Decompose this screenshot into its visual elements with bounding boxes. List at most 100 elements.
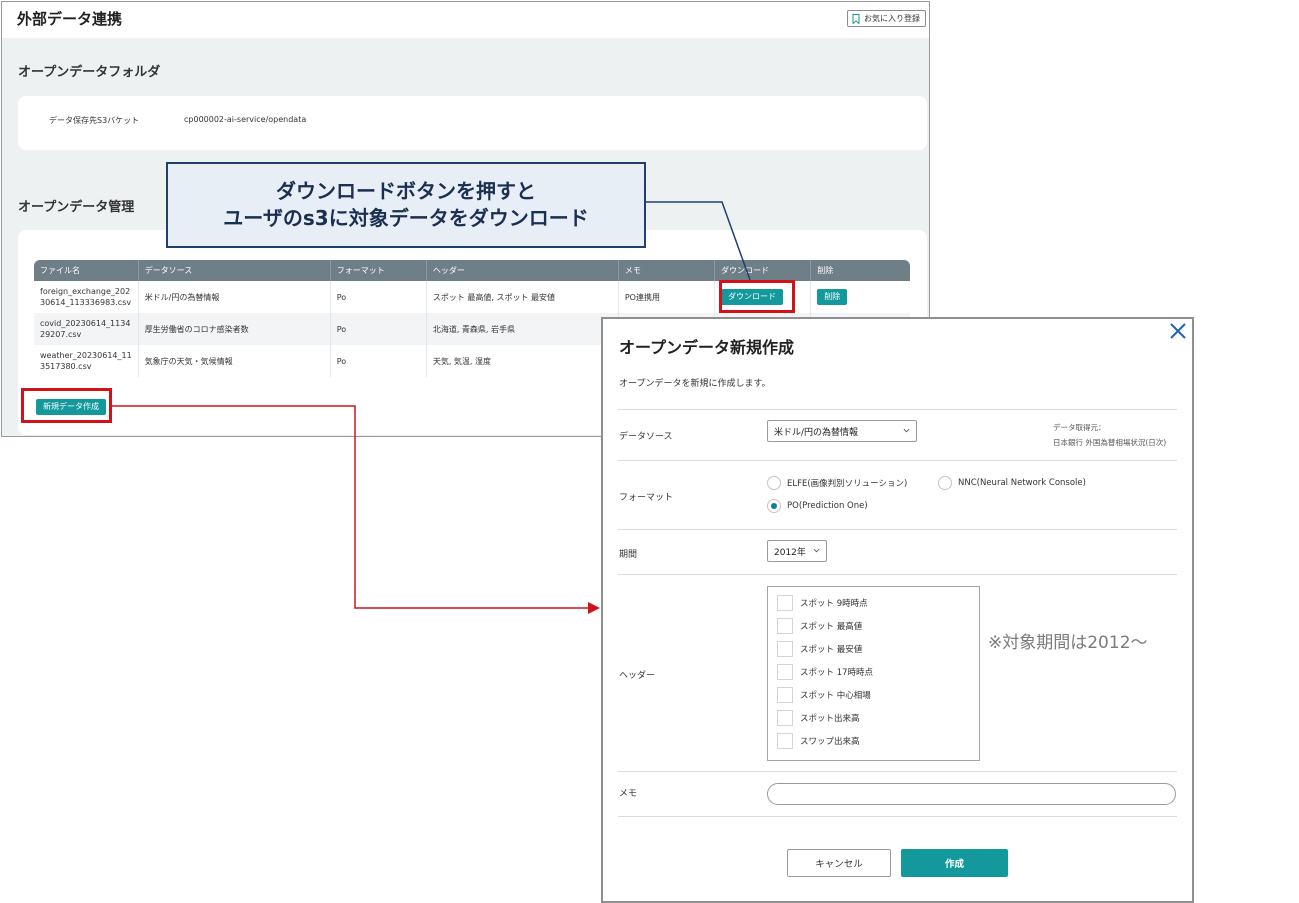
period-note: ※対象期間は2012〜 — [988, 633, 1148, 653]
filename-line: 3517380.csv — [40, 362, 92, 371]
divider — [618, 409, 1177, 410]
format-radio-po[interactable]: PO(Prediction One) — [767, 499, 868, 513]
checkbox[interactable] — [777, 733, 793, 749]
checkbox[interactable] — [777, 641, 793, 657]
cell-delete: 削除 — [811, 281, 910, 313]
period-label: 期間 — [619, 550, 638, 560]
source-label: データソース — [619, 432, 673, 442]
divider — [618, 816, 1177, 817]
checkbox[interactable] — [777, 618, 793, 634]
col-download: ダウンロード — [714, 260, 812, 281]
header-checkbox[interactable]: スポット出来高 — [777, 710, 860, 726]
cell-format: Po — [330, 281, 427, 313]
header-checkbox[interactable]: スポット 中心相場 — [777, 687, 871, 703]
favorite-label: お気に入り登録 — [864, 14, 920, 23]
source-note: データ取得元： 日本銀行 外国為替相場状況(日次) — [1053, 420, 1166, 450]
header-checkbox[interactable]: スポット 最高値 — [777, 618, 862, 634]
cell-header: 北海道, 青森県, 岩手県 — [426, 313, 619, 345]
filename-line: foreign_exchange_202 — [40, 287, 131, 296]
cell-source: 気象庁の天気・気候情報 — [138, 345, 331, 377]
chevron-down-icon — [813, 548, 820, 553]
cancel-button[interactable]: キャンセル — [787, 849, 891, 877]
col-header: ヘッダー — [426, 260, 619, 281]
divider — [618, 771, 1177, 772]
chevron-down-icon — [903, 428, 910, 433]
checkbox-label: スポット 9時時点 — [800, 599, 868, 609]
source-select-value: 米ドル/円の為替情報 — [774, 427, 859, 438]
callout-line: ユーザのs3に対象データをダウンロード — [223, 206, 589, 230]
cell-source: 厚生労働省のコロナ感染者数 — [138, 313, 331, 345]
dialog-title: オープンデータ新規作成 — [619, 338, 795, 357]
create-button[interactable]: 作成 — [901, 849, 1008, 877]
radio-label: PO(Prediction One) — [787, 501, 868, 511]
cell-header: 天気, 気温, 湿度 — [426, 345, 619, 377]
divider — [618, 460, 1177, 461]
filename-line: 30614_113336983.csv — [40, 298, 132, 307]
open-data-mgmt-title: オープンデータ管理 — [18, 200, 135, 215]
checkbox[interactable] — [777, 595, 793, 611]
radio-dot — [767, 476, 781, 490]
cell-filename: foreign_exchange_202 30614_113336983.csv — [34, 281, 139, 313]
download-callout: ダウンロードボタンを押すと ユーザのs3に対象データをダウンロード — [166, 162, 646, 248]
radio-label: NNC(Neural Network Console) — [958, 478, 1086, 488]
source-note-line: 日本銀行 外国為替相場状況(日次) — [1053, 438, 1167, 447]
source-select[interactable]: 米ドル/円の為替情報 — [767, 420, 917, 442]
delete-button[interactable]: 削除 — [817, 289, 848, 305]
col-delete: 削除 — [810, 260, 910, 281]
checkbox-label: スポット 17時時点 — [800, 668, 874, 678]
checkbox-label: スポット出来高 — [800, 714, 860, 724]
col-format: フォーマット — [330, 260, 427, 281]
callout-line: ダウンロードボタンを押すと — [276, 179, 536, 203]
window-header: 外部データ連携 お気に入り登録 — [2, 2, 929, 38]
format-radio-elfe[interactable]: ELFE(画像判別ソリューション) — [767, 476, 907, 490]
checkbox-label: スポット 最安値 — [800, 645, 863, 655]
divider — [618, 574, 1177, 575]
header-checkbox[interactable]: スポット 最安値 — [777, 641, 862, 657]
header-checkbox[interactable]: スポット 9時時点 — [777, 595, 868, 611]
new-open-data-dialog: オープンデータ新規作成 オープンデータを新規に作成します。 データソース 米ドル… — [601, 317, 1194, 903]
period-select[interactable]: 2012年 — [767, 540, 827, 562]
radio-label: ELFE(画像判別ソリューション) — [787, 479, 908, 489]
filename-line: 29207.csv — [40, 330, 82, 339]
format-radio-nnc[interactable]: NNC(Neural Network Console) — [938, 476, 1086, 490]
header-checkbox[interactable]: スワップ出来高 — [777, 733, 860, 749]
new-data-highlight-box — [21, 388, 112, 423]
cell-memo: PO連携用 — [618, 281, 715, 313]
bucket-value: cp000002-ai-service/opendata — [184, 115, 307, 124]
source-note-line: データ取得元： — [1053, 423, 1106, 432]
close-icon[interactable] — [1168, 321, 1188, 341]
cell-filename: covid_20230614_1134 29207.csv — [34, 313, 139, 345]
col-memo: メモ — [618, 260, 715, 281]
page-title: 外部データ連携 — [17, 10, 123, 28]
table-header-row: ファイル名 データソース フォーマット ヘッダー メモ ダウンロード 削除 — [34, 260, 910, 281]
checkbox[interactable] — [777, 710, 793, 726]
header-checkbox-list: スポット 9時時点 スポット 最高値 スポット 最安値 スポット 17時時点 ス… — [767, 586, 980, 761]
checkbox[interactable] — [777, 664, 793, 680]
header-checkbox[interactable]: スポット 17時時点 — [777, 664, 873, 680]
radio-dot-selected — [767, 499, 781, 513]
open-folder-card: データ保存先S3バケット cp000002-ai-service/opendat… — [18, 96, 927, 150]
checkbox[interactable] — [777, 687, 793, 703]
cell-source: 米ドル/円の為替情報 — [138, 281, 331, 313]
header-label: ヘッダー — [619, 671, 656, 681]
download-highlight-box — [719, 280, 795, 313]
memo-label: メモ — [619, 789, 638, 799]
favorite-button[interactable]: お気に入り登録 — [847, 10, 926, 27]
format-label: フォーマット — [619, 493, 674, 503]
checkbox-label: スポット 中心相場 — [800, 691, 871, 701]
divider — [618, 529, 1177, 530]
period-select-value: 2012年 — [774, 547, 806, 558]
dialog-description: オープンデータを新規に作成します。 — [619, 379, 771, 389]
bookmark-icon — [852, 13, 860, 24]
cell-format: Po — [330, 313, 427, 345]
filename-line: weather_20230614_11 — [40, 351, 132, 360]
memo-input[interactable] — [767, 783, 1176, 805]
bucket-label: データ保存先S3バケット — [49, 116, 140, 125]
col-filename: ファイル名 — [34, 260, 139, 281]
cell-header: スポット 最高値, スポット 最安値 — [426, 281, 619, 313]
radio-dot — [938, 476, 952, 490]
filename-line: covid_20230614_1134 — [40, 319, 131, 328]
cell-filename: weather_20230614_11 3517380.csv — [34, 345, 139, 377]
checkbox-label: スワップ出来高 — [800, 737, 860, 747]
cell-format: Po — [330, 345, 427, 377]
